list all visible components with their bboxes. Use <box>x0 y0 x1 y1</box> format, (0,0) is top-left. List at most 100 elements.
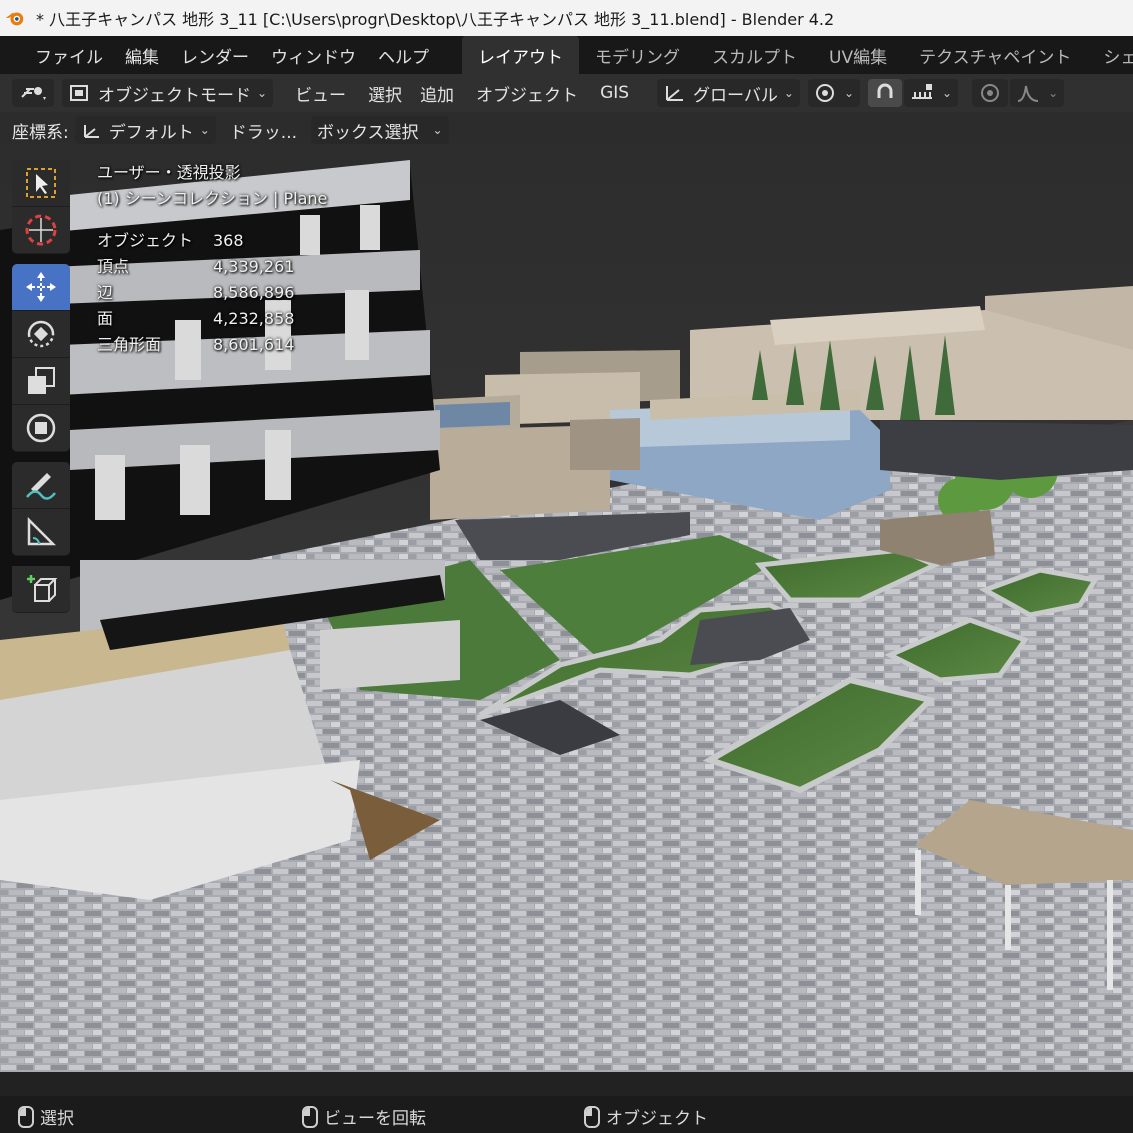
stat-label: 頂点 <box>97 257 130 276</box>
stat-row: 三角形面 8,601,614 <box>97 332 327 358</box>
rotate-icon <box>27 320 55 348</box>
menu-view[interactable]: ビュー <box>295 81 346 106</box>
stat-row: オブジェクト 368 <box>97 228 327 254</box>
drag-label: ドラッ... <box>229 122 298 143</box>
status-object: オブジェクト <box>584 1104 708 1129</box>
menu-help[interactable]: ヘルプ <box>367 43 440 68</box>
tab-layout[interactable]: レイアウト <box>462 35 579 75</box>
mode-label: オブジェクトモード <box>98 85 251 106</box>
orientation-icon <box>666 86 684 101</box>
coord-system-value: デフォルト <box>108 122 194 143</box>
falloff-curve-icon <box>1017 85 1039 102</box>
chevron-down-icon: ⌄ <box>843 86 855 100</box>
proportional-edit-icon <box>981 84 1000 102</box>
chevron-down-icon: ⌄ <box>942 86 953 100</box>
cursor-icon <box>25 214 57 246</box>
view-name: ユーザー・透視投影 <box>97 163 241 182</box>
tool-scale[interactable] <box>12 358 70 405</box>
tool-annotate[interactable] <box>12 462 70 509</box>
transform-icon <box>26 413 56 443</box>
pivot-icon <box>815 84 834 102</box>
editor-type-button[interactable] <box>12 79 54 107</box>
status-object-label: オブジェクト <box>606 1109 708 1129</box>
tab-sculpt[interactable]: スカルプト <box>696 36 813 75</box>
mouse-middle-icon <box>302 1105 318 1128</box>
tool-rotate[interactable] <box>12 311 70 358</box>
chevron-down-icon: ⌄ <box>199 123 210 137</box>
tool-cursor[interactable] <box>12 207 70 254</box>
stat-value: 4,232,858 <box>213 309 295 328</box>
scale-icon <box>28 367 55 394</box>
status-rotate-view: ビューを回転 <box>302 1104 426 1129</box>
viewport-header: オブジェクトモード ⌄ ビュー 選択 追加 オブジェクト GIS グローバル ⌄… <box>0 74 1133 112</box>
workspace-tabs: レイアウト モデリング スカルプト UV編集 テクスチャペイント シェ <box>462 35 1133 75</box>
select-mode-dropdown[interactable]: ボックス選択 ⌄ <box>311 116 449 144</box>
top-menubar: ファイル 編集 レンダー ウィンドウ ヘルプ レイアウト モデリング スカルプト… <box>0 35 1133 75</box>
snap-increment-icon <box>912 84 933 99</box>
stat-value: 368 <box>213 231 244 250</box>
menu-object[interactable]: オブジェクト <box>476 81 578 106</box>
stat-row: 辺 8,586,896 <box>97 280 327 306</box>
falloff-dropdown[interactable]: ⌄ <box>1010 79 1065 107</box>
status-select: 選択 <box>18 1104 74 1129</box>
move-icon <box>26 272 56 302</box>
menu-window[interactable]: ウィンドウ <box>260 43 367 68</box>
menu-render[interactable]: レンダー <box>170 43 260 68</box>
menu-add[interactable]: 追加 <box>420 81 454 106</box>
tool-shelf <box>12 160 72 613</box>
mouse-right-icon <box>584 1105 600 1128</box>
stat-label: オブジェクト <box>97 231 194 250</box>
menu-file[interactable]: ファイル <box>24 43 114 68</box>
stat-label: 面 <box>97 309 114 328</box>
transform-orientation-icon <box>83 125 99 138</box>
coord-system-label: 座標系: <box>12 122 69 143</box>
coord-system-dropdown[interactable]: デフォルト ⌄ <box>74 116 216 144</box>
tab-texture-paint[interactable]: テクスチャペイント <box>903 36 1087 75</box>
tool-add-cube[interactable] <box>12 566 70 613</box>
tool-move[interactable] <box>12 264 70 311</box>
status-rotate-label: ビューを回転 <box>324 1109 426 1129</box>
select-mode-value: ボックス選択 <box>317 122 419 143</box>
object-mode-icon <box>70 85 88 101</box>
status-bar: 選択 ビューを回転 オブジェクト <box>0 1096 1133 1133</box>
stat-row: 面 4,232,858 <box>97 306 327 332</box>
menu-select[interactable]: 選択 <box>368 81 402 106</box>
menu-edit[interactable]: 編集 <box>114 43 170 68</box>
snap-target-dropdown[interactable]: ⌄ <box>904 79 959 107</box>
status-select-label: 選択 <box>40 1109 74 1129</box>
viewport-overlay-stats: ユーザー・透視投影 (1) シーンコレクション | Plane オブジェクト 3… <box>97 160 327 358</box>
timeline-strip <box>0 1072 1133 1096</box>
tool-select-box[interactable] <box>12 160 70 207</box>
chevron-down-icon: ⌄ <box>783 86 794 100</box>
orientation-label: グローバル <box>693 85 778 106</box>
window-titlebar: * 八王子キャンパス 地形 3_11 [C:\Users\progr\Deskt… <box>0 0 1133 36</box>
tool-transform[interactable] <box>12 405 70 452</box>
blender-logo-icon <box>5 12 24 26</box>
stat-value: 8,586,896 <box>213 283 295 302</box>
window-title: * 八王子キャンパス 地形 3_11 [C:\Users\progr\Deskt… <box>36 10 835 29</box>
tab-uv-editing[interactable]: UV編集 <box>813 36 903 75</box>
pivot-dropdown[interactable]: ⌄ <box>807 79 861 107</box>
chevron-down-icon: ⌄ <box>1048 86 1059 100</box>
stat-label: 三角形面 <box>97 335 162 354</box>
stat-value: 8,601,614 <box>213 335 295 354</box>
tool-settings-bar: 座標系: デフォルト ⌄ ドラッ... ボックス選択 ⌄ <box>0 112 470 148</box>
measure-icon <box>27 516 57 546</box>
collection-info: (1) シーンコレクション | Plane <box>97 189 328 208</box>
add-cube-icon <box>27 575 58 602</box>
chevron-down-icon: ⌄ <box>257 86 268 100</box>
chevron-down-icon: ⌄ <box>432 123 443 137</box>
tool-measure[interactable] <box>12 509 70 556</box>
snap-toggle[interactable] <box>868 79 903 107</box>
proportional-edit-toggle[interactable] <box>972 79 1009 107</box>
menu-gis[interactable]: GIS <box>600 83 629 103</box>
editor-type-icon <box>21 87 46 100</box>
mode-dropdown[interactable]: オブジェクトモード ⌄ <box>62 79 274 107</box>
stat-row: 頂点 4,339,261 <box>97 254 327 280</box>
tab-modeling[interactable]: モデリング <box>579 36 696 75</box>
mouse-left-icon <box>18 1105 34 1128</box>
tab-shading[interactable]: シェ <box>1087 36 1133 75</box>
orientation-dropdown[interactable]: グローバル ⌄ <box>657 79 800 107</box>
stat-value: 4,339,261 <box>213 257 295 276</box>
magnet-icon <box>877 83 893 98</box>
